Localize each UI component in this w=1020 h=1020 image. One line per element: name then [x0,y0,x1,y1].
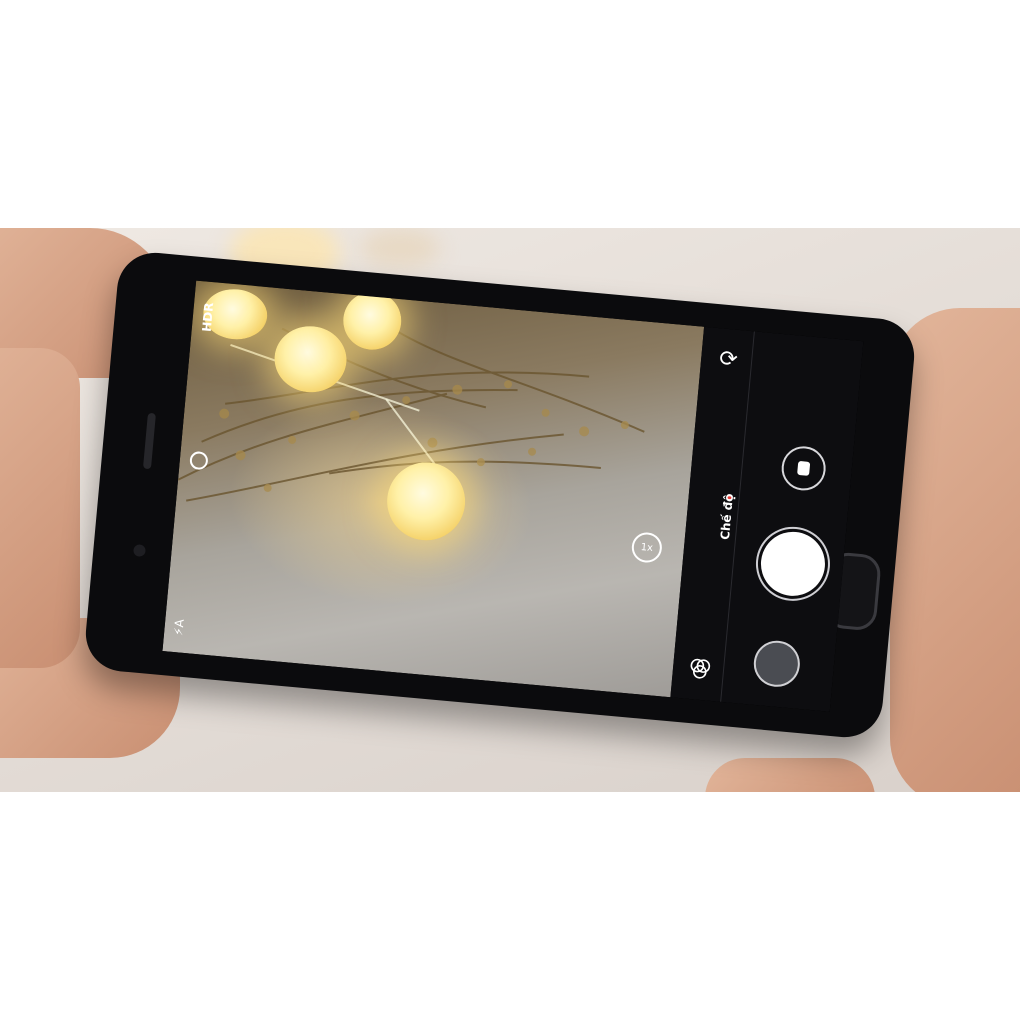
hdr-label[interactable]: HDR [200,302,217,332]
smartphone: HDR ⚡A 1x ⟳ Chế độ [82,249,918,741]
background-bokeh [360,228,440,268]
filters-icon-graphic [690,658,711,679]
flash-auto-icon[interactable]: ⚡A [171,619,186,637]
left-palm [0,348,80,668]
right-finger [705,758,875,792]
filters-icon[interactable] [688,657,712,681]
front-camera [132,544,147,558]
switch-camera-icon[interactable]: ⟳ [718,346,739,373]
video-icon [797,460,811,476]
earpiece-speaker [142,412,156,470]
camera-viewfinder[interactable]: HDR ⚡A 1x [162,280,705,698]
camera-screen: HDR ⚡A 1x ⟳ Chế độ [162,280,864,712]
